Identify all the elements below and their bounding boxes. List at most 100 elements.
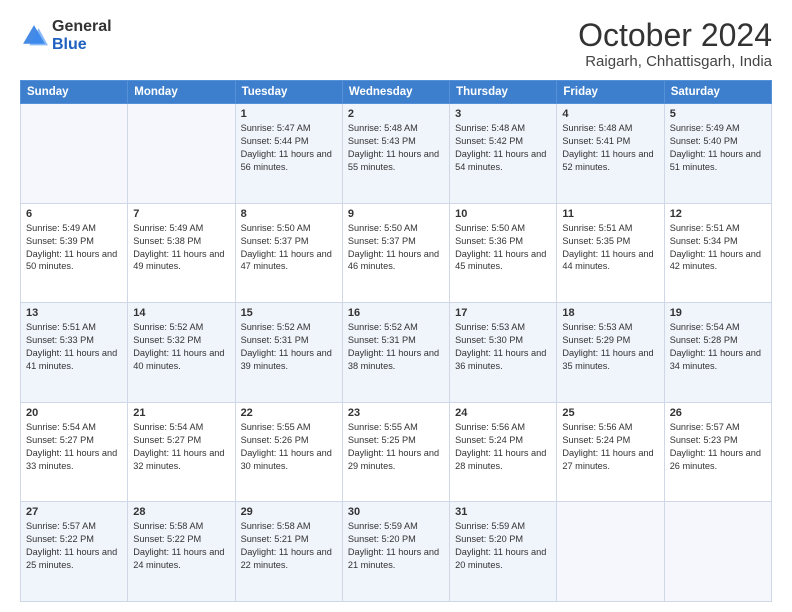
day-number: 2 bbox=[348, 108, 444, 120]
calendar-cell: 14 Sunrise: 5:52 AM Sunset: 5:32 PM Dayli… bbox=[128, 303, 235, 403]
weekday-header: Tuesday bbox=[235, 81, 342, 104]
day-number: 3 bbox=[455, 108, 551, 120]
calendar: SundayMondayTuesdayWednesdayThursdayFrid… bbox=[20, 80, 772, 602]
weekday-header: Monday bbox=[128, 81, 235, 104]
day-number: 29 bbox=[241, 506, 337, 518]
day-number: 31 bbox=[455, 506, 551, 518]
calendar-cell: 5 Sunrise: 5:49 AM Sunset: 5:40 PM Daylig… bbox=[664, 104, 771, 204]
day-number: 15 bbox=[241, 307, 337, 319]
calendar-cell: 4 Sunrise: 5:48 AM Sunset: 5:41 PM Daylig… bbox=[557, 104, 664, 204]
header: General Blue October 2024 Raigarh, Chhat… bbox=[20, 18, 772, 70]
calendar-cell: 27 Sunrise: 5:57 AM Sunset: 5:22 PM Dayli… bbox=[21, 502, 128, 602]
cell-info: Sunrise: 5:57 AM Sunset: 5:22 PM Dayligh… bbox=[26, 520, 122, 572]
calendar-cell bbox=[664, 502, 771, 602]
cell-info: Sunrise: 5:50 AM Sunset: 5:36 PM Dayligh… bbox=[455, 222, 551, 274]
logo-text: General Blue bbox=[52, 18, 112, 53]
cell-info: Sunrise: 5:54 AM Sunset: 5:27 PM Dayligh… bbox=[133, 421, 229, 473]
cell-info: Sunrise: 5:57 AM Sunset: 5:23 PM Dayligh… bbox=[670, 421, 766, 473]
cell-info: Sunrise: 5:52 AM Sunset: 5:31 PM Dayligh… bbox=[241, 321, 337, 373]
calendar-cell: 29 Sunrise: 5:58 AM Sunset: 5:21 PM Dayli… bbox=[235, 502, 342, 602]
day-number: 7 bbox=[133, 208, 229, 220]
weekday-header: Sunday bbox=[21, 81, 128, 104]
day-number: 26 bbox=[670, 407, 766, 419]
cell-info: Sunrise: 5:54 AM Sunset: 5:27 PM Dayligh… bbox=[26, 421, 122, 473]
cell-info: Sunrise: 5:48 AM Sunset: 5:43 PM Dayligh… bbox=[348, 122, 444, 174]
month-title: October 2024 bbox=[578, 18, 772, 53]
day-number: 12 bbox=[670, 208, 766, 220]
calendar-cell: 25 Sunrise: 5:56 AM Sunset: 5:24 PM Dayli… bbox=[557, 402, 664, 502]
cell-info: Sunrise: 5:58 AM Sunset: 5:21 PM Dayligh… bbox=[241, 520, 337, 572]
day-number: 17 bbox=[455, 307, 551, 319]
calendar-cell: 30Sunrise: 5:59 AM Sunset: 5:20 PM Dayli… bbox=[342, 502, 449, 602]
day-number: 23 bbox=[348, 407, 444, 419]
day-number: 13 bbox=[26, 307, 122, 319]
calendar-cell: 20Sunrise: 5:54 AM Sunset: 5:27 PM Dayli… bbox=[21, 402, 128, 502]
day-number: 19 bbox=[670, 307, 766, 319]
calendar-cell: 26 Sunrise: 5:57 AM Sunset: 5:23 PM Dayli… bbox=[664, 402, 771, 502]
calendar-cell: 12Sunrise: 5:51 AM Sunset: 5:34 PM Dayli… bbox=[664, 203, 771, 303]
logo: General Blue bbox=[20, 18, 112, 53]
calendar-cell: 3 Sunrise: 5:48 AM Sunset: 5:42 PM Daylig… bbox=[450, 104, 557, 204]
cell-info: Sunrise: 5:51 AM Sunset: 5:35 PM Dayligh… bbox=[562, 222, 658, 274]
day-number: 24 bbox=[455, 407, 551, 419]
calendar-cell: 23 Sunrise: 5:55 AM Sunset: 5:25 PM Dayli… bbox=[342, 402, 449, 502]
day-number: 9 bbox=[348, 208, 444, 220]
cell-info: Sunrise: 5:52 AM Sunset: 5:32 PM Dayligh… bbox=[133, 321, 229, 373]
day-number: 18 bbox=[562, 307, 658, 319]
calendar-cell: 1Sunrise: 5:47 AM Sunset: 5:44 PM Daylig… bbox=[235, 104, 342, 204]
weekday-header: Wednesday bbox=[342, 81, 449, 104]
cell-info: Sunrise: 5:49 AM Sunset: 5:38 PM Dayligh… bbox=[133, 222, 229, 274]
calendar-cell: 18 Sunrise: 5:53 AM Sunset: 5:29 PM Dayli… bbox=[557, 303, 664, 403]
weekday-header: Thursday bbox=[450, 81, 557, 104]
cell-info: Sunrise: 5:48 AM Sunset: 5:41 PM Dayligh… bbox=[562, 122, 658, 174]
day-number: 4 bbox=[562, 108, 658, 120]
cell-info: Sunrise: 5:55 AM Sunset: 5:25 PM Dayligh… bbox=[348, 421, 444, 473]
calendar-cell: 31 Sunrise: 5:59 AM Sunset: 5:20 PM Dayli… bbox=[450, 502, 557, 602]
title-block: October 2024 Raigarh, Chhattisgarh, Indi… bbox=[578, 18, 772, 70]
weekday-header: Friday bbox=[557, 81, 664, 104]
calendar-cell: 19Sunrise: 5:54 AM Sunset: 5:28 PM Dayli… bbox=[664, 303, 771, 403]
logo-blue: Blue bbox=[52, 36, 112, 54]
cell-info: Sunrise: 5:53 AM Sunset: 5:29 PM Dayligh… bbox=[562, 321, 658, 373]
calendar-cell: 21 Sunrise: 5:54 AM Sunset: 5:27 PM Dayli… bbox=[128, 402, 235, 502]
cell-info: Sunrise: 5:50 AM Sunset: 5:37 PM Dayligh… bbox=[348, 222, 444, 274]
cell-info: Sunrise: 5:48 AM Sunset: 5:42 PM Dayligh… bbox=[455, 122, 551, 174]
day-number: 10 bbox=[455, 208, 551, 220]
day-number: 14 bbox=[133, 307, 229, 319]
cell-info: Sunrise: 5:59 AM Sunset: 5:20 PM Dayligh… bbox=[348, 520, 444, 572]
calendar-cell: 22Sunrise: 5:55 AM Sunset: 5:26 PM Dayli… bbox=[235, 402, 342, 502]
calendar-cell: 10 Sunrise: 5:50 AM Sunset: 5:36 PM Dayli… bbox=[450, 203, 557, 303]
day-number: 25 bbox=[562, 407, 658, 419]
logo-icon bbox=[20, 22, 48, 50]
cell-info: Sunrise: 5:52 AM Sunset: 5:31 PM Dayligh… bbox=[348, 321, 444, 373]
calendar-cell: 6 Sunrise: 5:49 AM Sunset: 5:39 PM Daylig… bbox=[21, 203, 128, 303]
cell-info: Sunrise: 5:56 AM Sunset: 5:24 PM Dayligh… bbox=[562, 421, 658, 473]
calendar-cell: 24 Sunrise: 5:56 AM Sunset: 5:24 PM Dayli… bbox=[450, 402, 557, 502]
cell-info: Sunrise: 5:58 AM Sunset: 5:22 PM Dayligh… bbox=[133, 520, 229, 572]
calendar-cell: 16 Sunrise: 5:52 AM Sunset: 5:31 PM Dayli… bbox=[342, 303, 449, 403]
calendar-cell: 17 Sunrise: 5:53 AM Sunset: 5:30 PM Dayli… bbox=[450, 303, 557, 403]
day-number: 5 bbox=[670, 108, 766, 120]
cell-info: Sunrise: 5:49 AM Sunset: 5:40 PM Dayligh… bbox=[670, 122, 766, 174]
weekday-header: Saturday bbox=[664, 81, 771, 104]
page: General Blue October 2024 Raigarh, Chhat… bbox=[0, 0, 792, 612]
cell-info: Sunrise: 5:53 AM Sunset: 5:30 PM Dayligh… bbox=[455, 321, 551, 373]
calendar-cell: 13 Sunrise: 5:51 AM Sunset: 5:33 PM Dayli… bbox=[21, 303, 128, 403]
calendar-cell: 2 Sunrise: 5:48 AM Sunset: 5:43 PM Daylig… bbox=[342, 104, 449, 204]
day-number: 11 bbox=[562, 208, 658, 220]
calendar-cell: 15 Sunrise: 5:52 AM Sunset: 5:31 PM Dayli… bbox=[235, 303, 342, 403]
calendar-cell: 8Sunrise: 5:50 AM Sunset: 5:37 PM Daylig… bbox=[235, 203, 342, 303]
day-number: 8 bbox=[241, 208, 337, 220]
cell-info: Sunrise: 5:59 AM Sunset: 5:20 PM Dayligh… bbox=[455, 520, 551, 572]
calendar-cell bbox=[557, 502, 664, 602]
cell-info: Sunrise: 5:51 AM Sunset: 5:33 PM Dayligh… bbox=[26, 321, 122, 373]
calendar-cell: 7 Sunrise: 5:49 AM Sunset: 5:38 PM Daylig… bbox=[128, 203, 235, 303]
calendar-cell bbox=[128, 104, 235, 204]
day-number: 6 bbox=[26, 208, 122, 220]
day-number: 21 bbox=[133, 407, 229, 419]
cell-info: Sunrise: 5:56 AM Sunset: 5:24 PM Dayligh… bbox=[455, 421, 551, 473]
day-number: 27 bbox=[26, 506, 122, 518]
day-number: 22 bbox=[241, 407, 337, 419]
day-number: 16 bbox=[348, 307, 444, 319]
cell-info: Sunrise: 5:49 AM Sunset: 5:39 PM Dayligh… bbox=[26, 222, 122, 274]
